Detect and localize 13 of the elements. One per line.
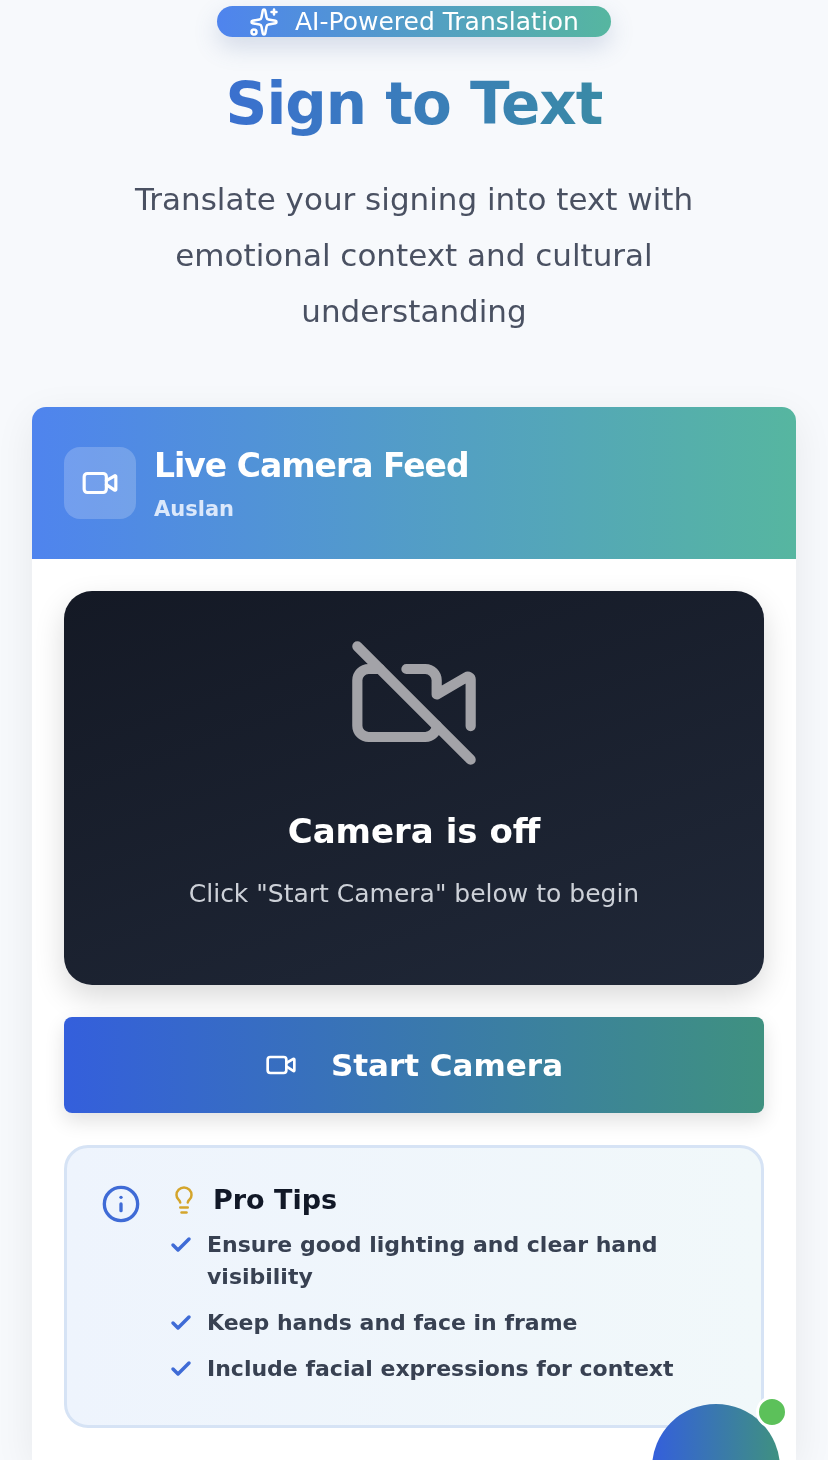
camera-status: Camera is off (287, 811, 541, 851)
tip-text: Ensure good lighting and clear hand visibility (207, 1231, 659, 1291)
start-camera-button[interactable]: Start Camera (64, 1017, 764, 1113)
tip-text: Keep hands and face in frame (207, 1309, 578, 1337)
tips-title: Pro Tips (213, 1184, 338, 1215)
sparkles-icon (249, 6, 279, 37)
camera-hint: Click "Start Camera" below to begin (188, 879, 640, 908)
page-subtitle: Translate your signing into text with emotional context and cultural understanding (133, 180, 695, 331)
tip-text: Include facial expressions for context (207, 1355, 674, 1383)
card-title: Live Camera Feed (154, 445, 469, 485)
language-label: Auslan (154, 496, 236, 521)
info-icon (101, 1184, 141, 1224)
badge-label: AI-Powered Translation (295, 7, 579, 37)
